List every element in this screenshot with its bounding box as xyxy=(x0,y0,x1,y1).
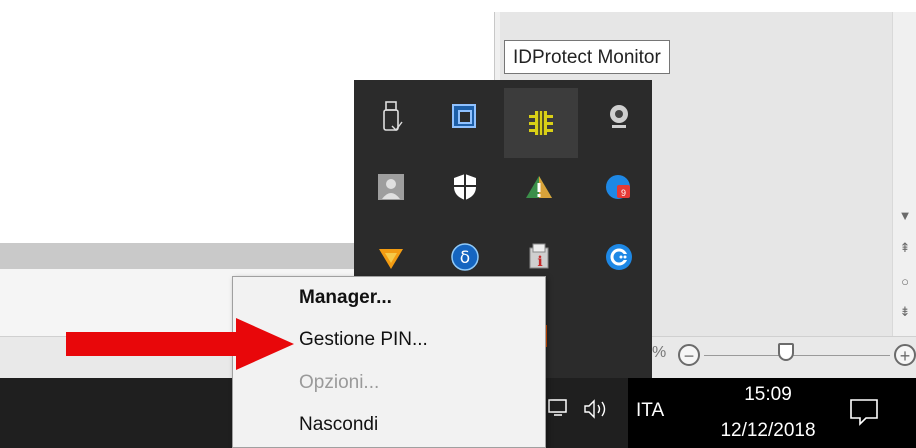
menu-item-manager[interactable]: Manager... xyxy=(299,287,392,309)
volume-icon[interactable] xyxy=(582,398,610,420)
action-center-icon[interactable] xyxy=(848,396,880,428)
user-avatar-icon[interactable] xyxy=(362,158,420,216)
svg-text:9: 9 xyxy=(621,188,626,198)
vertical-scrollbar[interactable]: ▼ ⇞ ○ ⇟ xyxy=(892,12,916,352)
window-restore-icon[interactable] xyxy=(436,88,494,146)
browse-object-icon[interactable]: ○ xyxy=(893,274,916,289)
usb-drive-icon[interactable] xyxy=(362,88,420,146)
tray-icon-tooltip: IDProtect Monitor xyxy=(504,40,670,74)
idprotect-monitor-icon[interactable] xyxy=(504,88,578,158)
input-language[interactable]: ITA xyxy=(636,400,664,422)
ribbon-band xyxy=(0,243,360,269)
menu-item-gestione-pin[interactable]: Gestione PIN... xyxy=(299,329,428,351)
svg-text:δ: δ xyxy=(460,248,470,268)
zoom-in-label: + xyxy=(899,346,911,366)
display-icon[interactable] xyxy=(548,398,568,418)
drive-warning-icon[interactable] xyxy=(510,158,568,216)
red-arrow-annotation xyxy=(66,318,294,370)
zoom-slider-track[interactable] xyxy=(704,355,890,356)
clock-time[interactable]: 15:09 xyxy=(720,384,816,406)
webcam-icon[interactable] xyxy=(590,88,648,146)
next-page-icon[interactable]: ⇟ xyxy=(893,304,916,320)
scroll-down-arrow-icon[interactable]: ▼ xyxy=(893,208,916,223)
menu-item-nascondi[interactable]: Nascondi xyxy=(299,414,378,436)
clock-date[interactable]: 12/12/2018 xyxy=(704,420,832,442)
previous-page-icon[interactable]: ⇞ xyxy=(893,240,916,256)
zoom-out-button[interactable]: − xyxy=(678,344,700,366)
blue-circle-app-icon[interactable] xyxy=(590,228,648,286)
zoom-percent-suffix: % xyxy=(652,344,667,361)
menu-item-opzioni: Opzioni... xyxy=(299,372,380,393)
zoom-out-label: − xyxy=(683,346,695,366)
red-app-icon[interactable]: 9 xyxy=(590,158,648,216)
zoom-slider-thumb[interactable] xyxy=(778,343,794,361)
windows-defender-shield-icon[interactable] xyxy=(436,158,494,216)
svg-text:i: i xyxy=(537,254,542,270)
zoom-in-button[interactable]: + xyxy=(894,344,916,366)
